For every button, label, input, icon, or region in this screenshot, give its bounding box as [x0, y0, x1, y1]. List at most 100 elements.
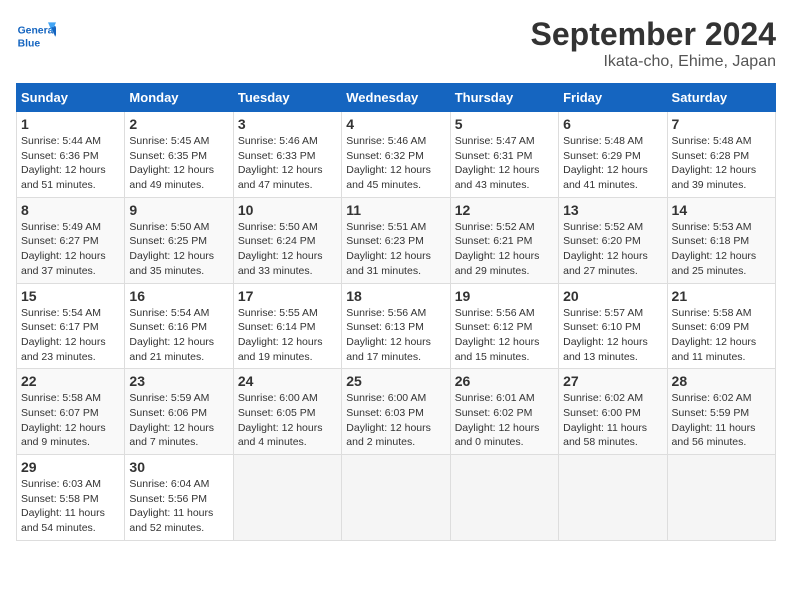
calendar-body: 1 Sunrise: 5:44 AM Sunset: 6:36 PM Daylig…: [17, 112, 776, 541]
calendar-week-row: 15 Sunrise: 5:54 AM Sunset: 6:17 PM Dayli…: [17, 283, 776, 369]
day-number: 7: [672, 116, 771, 132]
day-number: 27: [563, 373, 662, 389]
day-number: 18: [346, 288, 445, 304]
day-info: Sunrise: 5:44 AM Sunset: 6:36 PM Dayligh…: [21, 134, 120, 193]
table-row: 1 Sunrise: 5:44 AM Sunset: 6:36 PM Daylig…: [17, 112, 125, 198]
day-number: 12: [455, 202, 554, 218]
day-number: 17: [238, 288, 337, 304]
table-row: 15 Sunrise: 5:54 AM Sunset: 6:17 PM Dayli…: [17, 283, 125, 369]
table-row: 21 Sunrise: 5:58 AM Sunset: 6:09 PM Dayli…: [667, 283, 775, 369]
day-info: Sunrise: 5:55 AM Sunset: 6:14 PM Dayligh…: [238, 306, 337, 365]
calendar-week-row: 22Sunrise: 5:58 AM Sunset: 6:07 PM Dayli…: [17, 369, 776, 455]
day-info: Sunrise: 5:45 AM Sunset: 6:35 PM Dayligh…: [129, 134, 228, 193]
header-row: Sunday Monday Tuesday Wednesday Thursday…: [17, 84, 776, 112]
day-info: Sunrise: 6:00 AM Sunset: 6:05 PM Dayligh…: [238, 391, 337, 450]
day-info: Sunrise: 5:52 AM Sunset: 6:21 PM Dayligh…: [455, 220, 554, 279]
day-number: 4: [346, 116, 445, 132]
calendar-week-row: 1 Sunrise: 5:44 AM Sunset: 6:36 PM Daylig…: [17, 112, 776, 198]
day-number: 26: [455, 373, 554, 389]
day-number: 24: [238, 373, 337, 389]
day-number: 5: [455, 116, 554, 132]
table-row: 20 Sunrise: 5:57 AM Sunset: 6:10 PM Dayli…: [559, 283, 667, 369]
table-row: 11Sunrise: 5:51 AM Sunset: 6:23 PM Dayli…: [342, 197, 450, 283]
day-number: 16: [129, 288, 228, 304]
page-subtitle: Ikata-cho, Ehime, Japan: [531, 53, 776, 71]
day-info: Sunrise: 6:01 AM Sunset: 6:02 PM Dayligh…: [455, 391, 554, 450]
table-row: [450, 455, 558, 541]
day-info: Sunrise: 5:59 AM Sunset: 6:06 PM Dayligh…: [129, 391, 228, 450]
table-row: 4 Sunrise: 5:46 AM Sunset: 6:32 PM Daylig…: [342, 112, 450, 198]
day-info: Sunrise: 5:46 AM Sunset: 6:32 PM Dayligh…: [346, 134, 445, 193]
table-row: 5Sunrise: 5:47 AM Sunset: 6:31 PM Daylig…: [450, 112, 558, 198]
day-info: Sunrise: 5:54 AM Sunset: 6:17 PM Dayligh…: [21, 306, 120, 365]
day-info: Sunrise: 6:02 AM Sunset: 6:00 PM Dayligh…: [563, 391, 662, 450]
day-info: Sunrise: 6:03 AM Sunset: 5:58 PM Dayligh…: [21, 477, 120, 536]
day-info: Sunrise: 5:51 AM Sunset: 6:23 PM Dayligh…: [346, 220, 445, 279]
day-number: 8: [21, 202, 120, 218]
day-number: 14: [672, 202, 771, 218]
day-info: Sunrise: 5:50 AM Sunset: 6:24 PM Dayligh…: [238, 220, 337, 279]
day-info: Sunrise: 5:58 AM Sunset: 6:09 PM Dayligh…: [672, 306, 771, 365]
day-info: Sunrise: 5:48 AM Sunset: 6:28 PM Dayligh…: [672, 134, 771, 193]
day-number: 10: [238, 202, 337, 218]
day-number: 29: [21, 459, 120, 475]
table-row: 9 Sunrise: 5:50 AM Sunset: 6:25 PM Daylig…: [125, 197, 233, 283]
table-row: 2 Sunrise: 5:45 AM Sunset: 6:35 PM Daylig…: [125, 112, 233, 198]
day-info: Sunrise: 5:50 AM Sunset: 6:25 PM Dayligh…: [129, 220, 228, 279]
day-info: Sunrise: 5:54 AM Sunset: 6:16 PM Dayligh…: [129, 306, 228, 365]
day-info: Sunrise: 5:52 AM Sunset: 6:20 PM Dayligh…: [563, 220, 662, 279]
page-title: September 2024: [531, 16, 776, 53]
title-block: September 2024 Ikata-cho, Ehime, Japan: [531, 16, 776, 71]
day-info: Sunrise: 5:58 AM Sunset: 6:07 PM Dayligh…: [21, 391, 120, 450]
day-number: 9: [129, 202, 228, 218]
calendar-week-row: 8Sunrise: 5:49 AM Sunset: 6:27 PM Daylig…: [17, 197, 776, 283]
svg-text:Blue: Blue: [18, 38, 41, 49]
day-info: Sunrise: 5:57 AM Sunset: 6:10 PM Dayligh…: [563, 306, 662, 365]
col-monday: Monday: [125, 84, 233, 112]
table-row: 17 Sunrise: 5:55 AM Sunset: 6:14 PM Dayli…: [233, 283, 341, 369]
day-info: Sunrise: 6:02 AM Sunset: 5:59 PM Dayligh…: [672, 391, 771, 450]
table-row: 23 Sunrise: 5:59 AM Sunset: 6:06 PM Dayli…: [125, 369, 233, 455]
table-row: 18 Sunrise: 5:56 AM Sunset: 6:13 PM Dayli…: [342, 283, 450, 369]
day-number: 20: [563, 288, 662, 304]
table-row: 14 Sunrise: 5:53 AM Sunset: 6:18 PM Dayli…: [667, 197, 775, 283]
day-number: 13: [563, 202, 662, 218]
day-number: 19: [455, 288, 554, 304]
page-header: General Blue September 2024 Ikata-cho, E…: [16, 16, 776, 71]
table-row: 22Sunrise: 5:58 AM Sunset: 6:07 PM Dayli…: [17, 369, 125, 455]
table-row: 25Sunrise: 6:00 AM Sunset: 6:03 PM Dayli…: [342, 369, 450, 455]
day-number: 23: [129, 373, 228, 389]
day-number: 6: [563, 116, 662, 132]
col-friday: Friday: [559, 84, 667, 112]
logo: General Blue: [16, 16, 60, 56]
table-row: 27 Sunrise: 6:02 AM Sunset: 6:00 PM Dayli…: [559, 369, 667, 455]
table-row: [559, 455, 667, 541]
col-tuesday: Tuesday: [233, 84, 341, 112]
table-row: 28Sunrise: 6:02 AM Sunset: 5:59 PM Dayli…: [667, 369, 775, 455]
day-info: Sunrise: 6:00 AM Sunset: 6:03 PM Dayligh…: [346, 391, 445, 450]
day-number: 1: [21, 116, 120, 132]
logo-icon: General Blue: [16, 16, 56, 56]
calendar-header: Sunday Monday Tuesday Wednesday Thursday…: [17, 84, 776, 112]
day-number: 2: [129, 116, 228, 132]
day-number: 3: [238, 116, 337, 132]
day-number: 15: [21, 288, 120, 304]
col-thursday: Thursday: [450, 84, 558, 112]
table-row: 10 Sunrise: 5:50 AM Sunset: 6:24 PM Dayli…: [233, 197, 341, 283]
day-info: Sunrise: 5:53 AM Sunset: 6:18 PM Dayligh…: [672, 220, 771, 279]
table-row: [667, 455, 775, 541]
day-info: Sunrise: 5:48 AM Sunset: 6:29 PM Dayligh…: [563, 134, 662, 193]
table-row: 3Sunrise: 5:46 AM Sunset: 6:33 PM Daylig…: [233, 112, 341, 198]
table-row: 29 Sunrise: 6:03 AM Sunset: 5:58 PM Dayli…: [17, 455, 125, 541]
day-number: 30: [129, 459, 228, 475]
day-info: Sunrise: 5:56 AM Sunset: 6:12 PM Dayligh…: [455, 306, 554, 365]
table-row: 30Sunrise: 6:04 AM Sunset: 5:56 PM Dayli…: [125, 455, 233, 541]
table-row: 13 Sunrise: 5:52 AM Sunset: 6:20 PM Dayli…: [559, 197, 667, 283]
day-info: Sunrise: 5:56 AM Sunset: 6:13 PM Dayligh…: [346, 306, 445, 365]
table-row: 26 Sunrise: 6:01 AM Sunset: 6:02 PM Dayli…: [450, 369, 558, 455]
table-row: 8Sunrise: 5:49 AM Sunset: 6:27 PM Daylig…: [17, 197, 125, 283]
table-row: 12 Sunrise: 5:52 AM Sunset: 6:21 PM Dayli…: [450, 197, 558, 283]
col-sunday: Sunday: [17, 84, 125, 112]
table-row: 24 Sunrise: 6:00 AM Sunset: 6:05 PM Dayli…: [233, 369, 341, 455]
day-number: 21: [672, 288, 771, 304]
